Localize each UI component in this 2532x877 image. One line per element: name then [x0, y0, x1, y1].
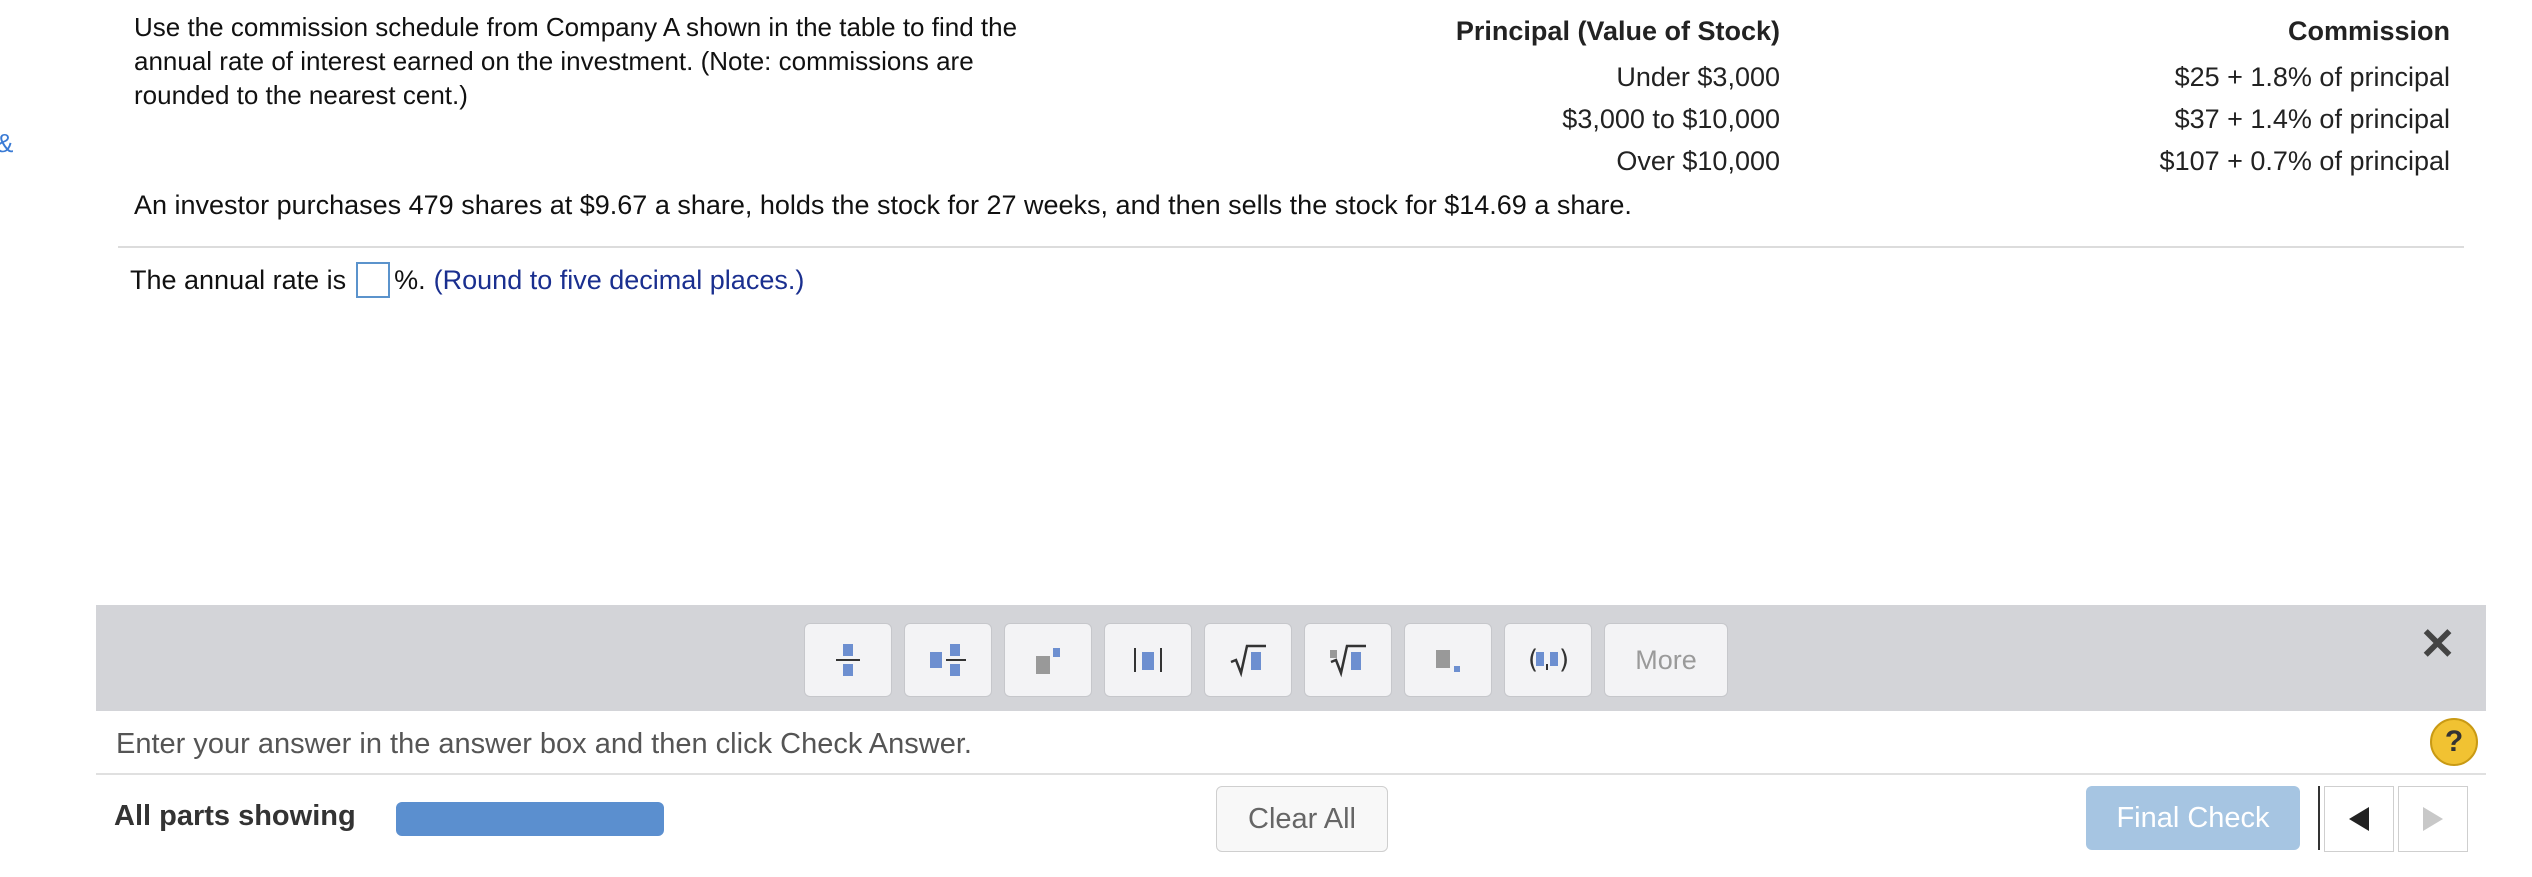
next-button[interactable] — [2398, 786, 2468, 852]
divider — [96, 773, 2486, 775]
table-column-commission: $25 + 1.8% of principal $37 + 1.4% of pr… — [1860, 56, 2450, 182]
table-column-principal: Under $3,000 $3,000 to $10,000 Over $10,… — [1000, 56, 1780, 182]
square-root-icon — [1230, 644, 1266, 678]
absolute-value-icon — [1134, 648, 1162, 672]
exponent-icon — [1036, 648, 1060, 674]
divider — [118, 246, 2464, 248]
square-root-button[interactable] — [1204, 623, 1292, 697]
parts-status-label: All parts showing — [114, 800, 356, 832]
table-cell: $3,000 to $10,000 — [1562, 104, 1780, 134]
ordered-pair-button[interactable]: ( ) — [1504, 623, 1592, 697]
final-check-button[interactable]: Final Check — [2086, 786, 2300, 850]
help-button[interactable]: ? — [2430, 718, 2478, 766]
math-toolbar: ( ) More ✕ — [96, 605, 2486, 711]
edge-link-fragment[interactable]: & — [0, 128, 13, 159]
table-cell: Over $10,000 — [1616, 146, 1780, 176]
ordered-pair-icon: ( ) — [1528, 645, 1568, 675]
nth-root-icon — [1330, 644, 1366, 678]
problem-statement: An investor purchases 479 shares at $9.6… — [134, 190, 1632, 220]
decimal-icon — [1436, 650, 1460, 672]
answer-suffix: %. — [394, 264, 426, 295]
previous-button[interactable] — [2324, 786, 2394, 852]
answer-input[interactable] — [356, 262, 391, 298]
arrow-right-icon — [2423, 807, 2443, 831]
progress-bar — [396, 802, 664, 836]
mixed-number-button[interactable] — [904, 623, 992, 697]
absolute-value-button[interactable] — [1104, 623, 1192, 697]
clear-all-button[interactable]: Clear All — [1216, 786, 1388, 852]
mixed-number-icon — [930, 644, 966, 676]
svg-text:): ) — [1559, 645, 1568, 675]
table-cell: Under $3,000 — [1616, 62, 1780, 92]
more-button[interactable]: More — [1604, 623, 1728, 697]
answer-line: The annual rate is %. (Round to five dec… — [130, 262, 804, 298]
nth-root-button[interactable] — [1304, 623, 1392, 697]
decimal-button[interactable] — [1404, 623, 1492, 697]
progress-fill — [396, 802, 664, 836]
table-cell: $25 + 1.8% of principal — [2174, 62, 2450, 92]
nav-separator — [2318, 786, 2320, 850]
instructions-text: Use the commission schedule from Company… — [134, 12, 1018, 110]
answer-prefix: The annual rate is — [130, 264, 347, 295]
arrow-left-icon — [2349, 807, 2369, 831]
table-cell: $107 + 0.7% of principal — [2159, 146, 2450, 176]
rounding-note: (Round to five decimal places.) — [433, 264, 805, 295]
close-icon[interactable]: ✕ — [2419, 619, 2456, 670]
fraction-button[interactable] — [804, 623, 892, 697]
table-cell: $37 + 1.4% of principal — [2174, 104, 2450, 134]
table-header-commission: Commission — [2287, 16, 2450, 46]
table-header-principal: Principal (Value of Stock) — [1455, 16, 1780, 46]
fraction-icon — [836, 644, 860, 676]
exponent-button[interactable] — [1004, 623, 1092, 697]
hint-text: Enter your answer in the answer box and … — [116, 728, 972, 760]
